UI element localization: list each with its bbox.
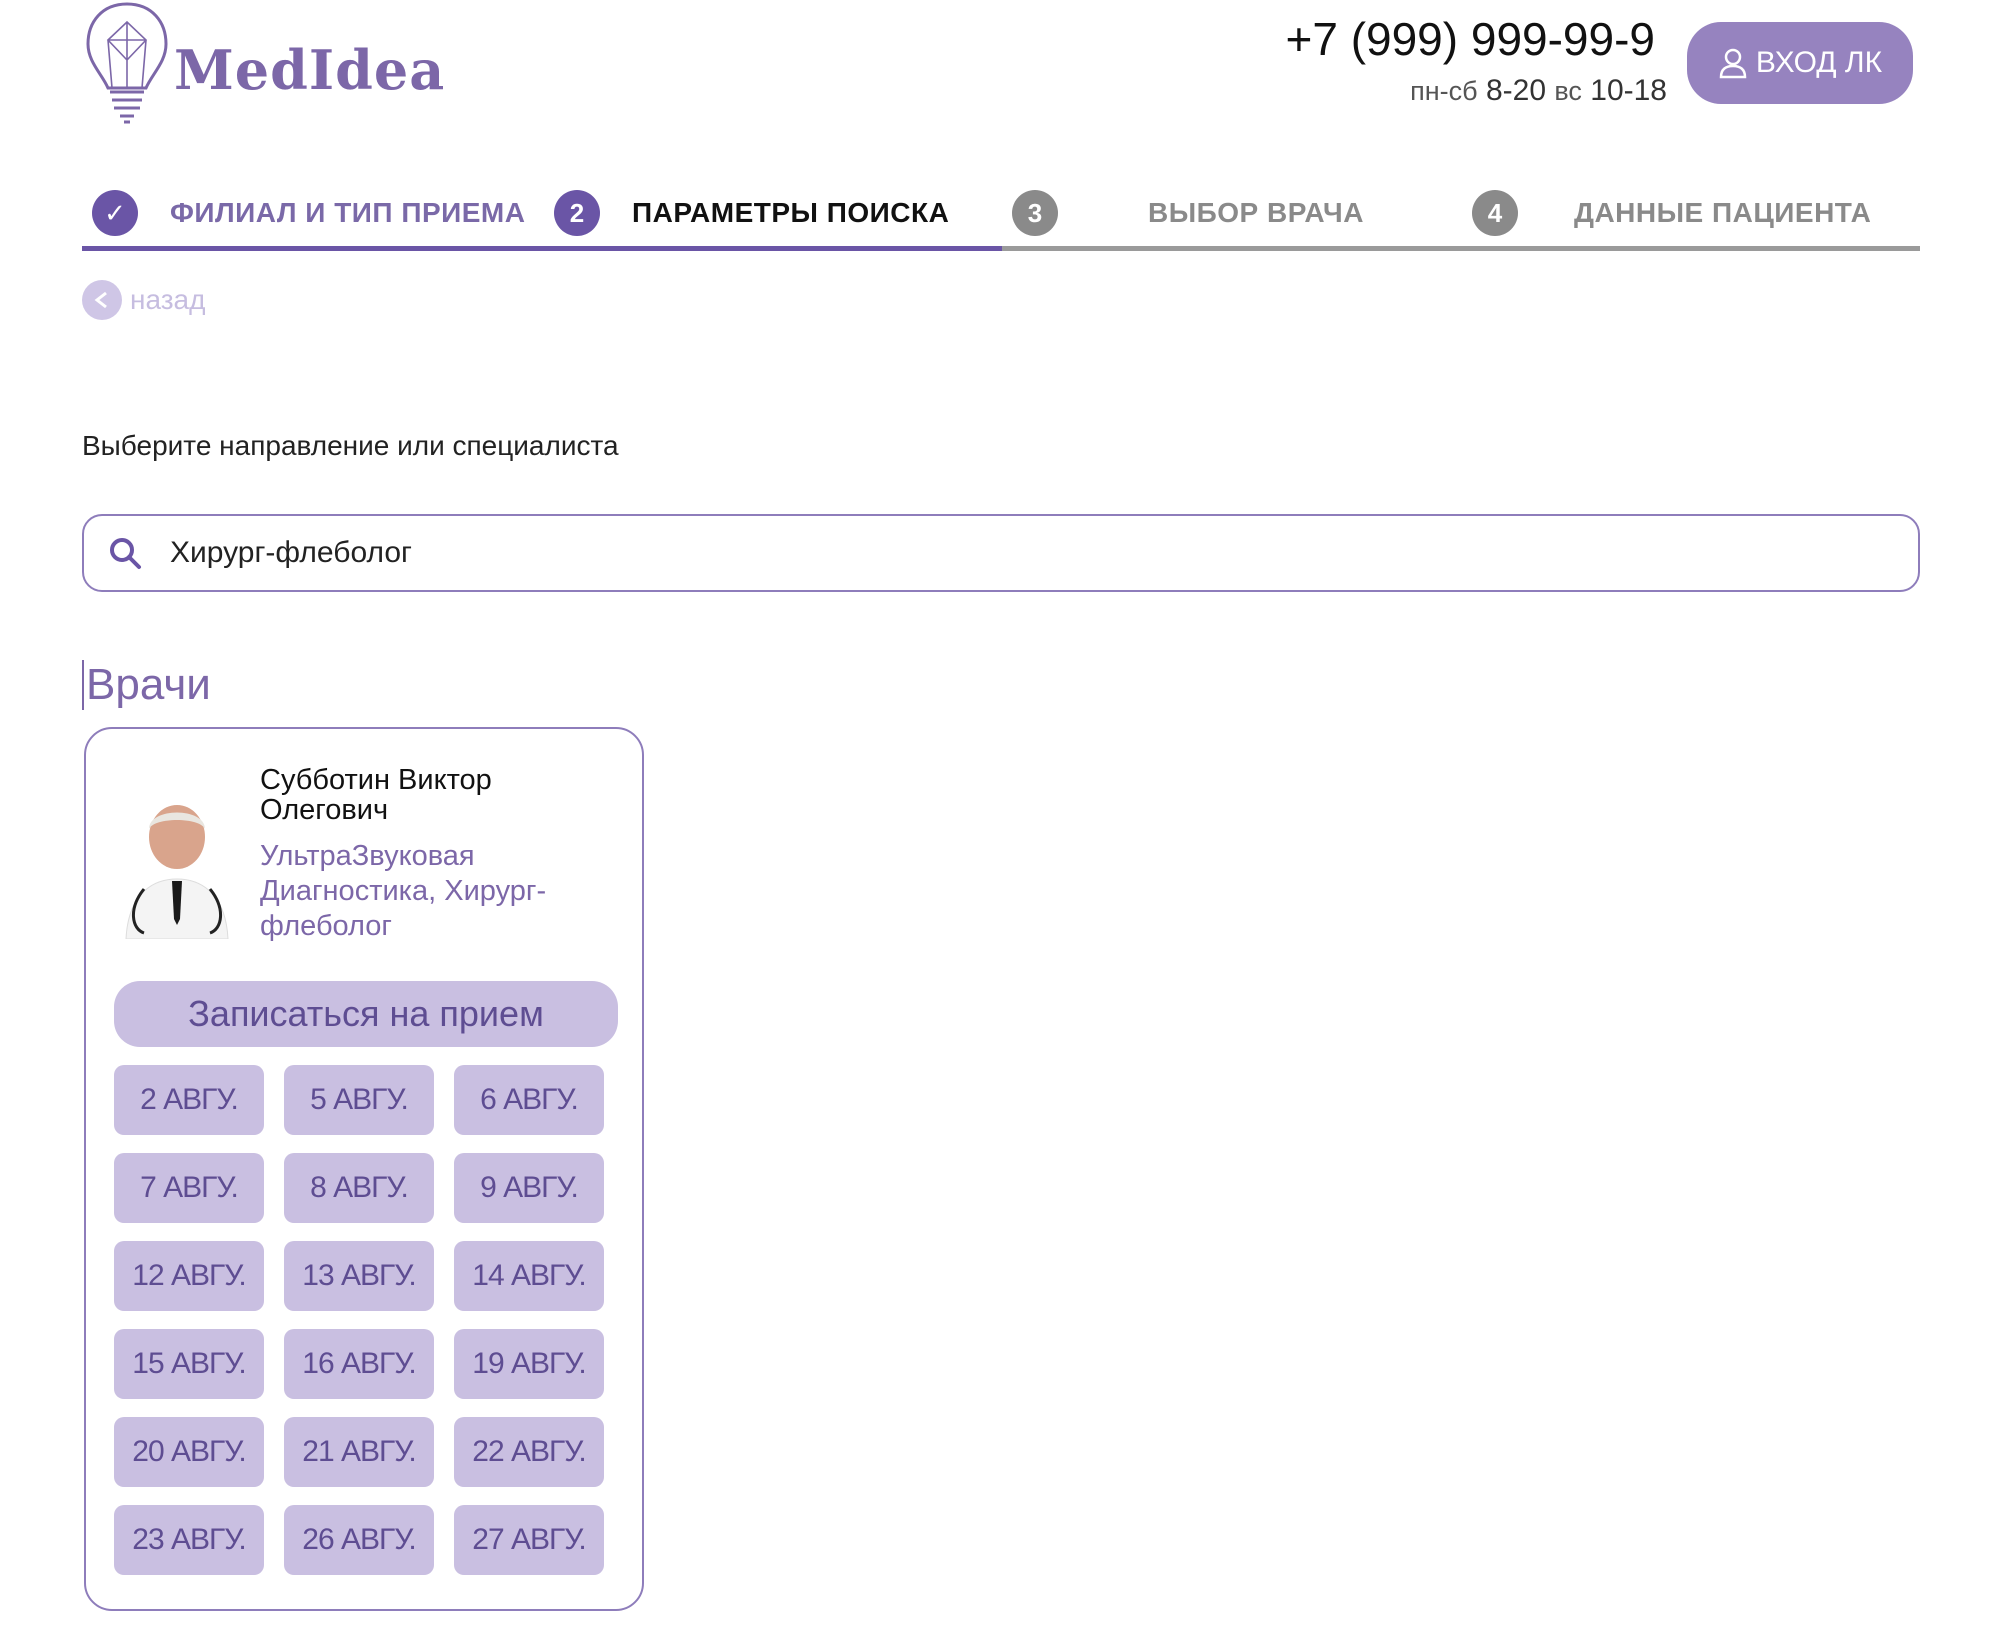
progress-line-active [82, 246, 1002, 251]
step-doctor-choice: 3 ВЫБОР ВРАЧА [1012, 190, 1364, 236]
logo-text: MedIdea [174, 38, 446, 102]
search-box[interactable] [82, 514, 1920, 592]
step-number: 4 [1472, 190, 1518, 236]
step-number: 2 [554, 190, 600, 236]
step-branch[interactable]: ✓ ФИЛИАЛ И ТИП ПРИЕМА [92, 190, 525, 236]
date-slot[interactable]: 15 АВГУ. [114, 1329, 264, 1399]
step-number: 3 [1012, 190, 1058, 236]
date-slot[interactable]: 9 АВГУ. [454, 1153, 604, 1223]
step-label: ПАРАМЕТРЫ ПОИСКА [632, 197, 950, 228]
progress-line-rest [1002, 246, 1920, 251]
step-label: ВЫБОР ВРАЧА [1148, 197, 1364, 228]
date-slot[interactable]: 22 АВГУ. [454, 1417, 604, 1487]
lightbulb-logo-icon [86, 2, 168, 124]
step-search-params[interactable]: 2 ПАРАМЕТРЫ ПОИСКА [554, 190, 949, 236]
date-slot[interactable]: 23 АВГУ. [114, 1505, 264, 1575]
date-slot[interactable]: 19 АВГУ. [454, 1329, 604, 1399]
search-input[interactable] [168, 535, 1872, 571]
login-label: ВХОД ЛК [1755, 46, 1883, 79]
section-title-doctors: Врачи [82, 660, 211, 710]
doctor-specialty: УльтраЗвуковая Диагностика, Хирург-флебо… [260, 840, 547, 942]
date-slot[interactable]: 16 АВГУ. [284, 1329, 434, 1399]
step-label: ФИЛИАЛ И ТИП ПРИЕМА [170, 197, 526, 228]
date-slot[interactable]: 7 АВГУ. [114, 1153, 264, 1223]
date-slot[interactable]: 2 АВГУ. [114, 1065, 264, 1135]
date-slot[interactable]: 12 АВГУ. [114, 1241, 264, 1311]
date-slot[interactable]: 8 АВГУ. [284, 1153, 434, 1223]
date-slot[interactable]: 20 АВГУ. [114, 1417, 264, 1487]
user-icon [1719, 48, 1747, 79]
booking-steps: ✓ ФИЛИАЛ И ТИП ПРИЕМА 2 ПАРАМЕТРЫ ПОИСКА… [82, 180, 1920, 252]
hours-label-weekdays: пн-сб [1410, 76, 1478, 106]
login-button[interactable]: ВХОД ЛК [1687, 22, 1913, 104]
doctor-card: Субботин Виктор Олегович УльтраЗвуковая … [84, 727, 644, 1611]
date-slot[interactable]: 14 АВГУ. [454, 1241, 604, 1311]
date-slot[interactable]: 6 АВГУ. [454, 1065, 604, 1135]
book-appointment-button[interactable]: Записаться на прием [114, 981, 618, 1047]
date-slot[interactable]: 5 АВГУ. [284, 1065, 434, 1135]
phone-number[interactable]: +7 (999) 999-99-9 [1285, 12, 1655, 66]
doctor-name[interactable]: Субботин Виктор Олегович [260, 765, 600, 825]
step-check-icon: ✓ [92, 190, 138, 236]
back-label: назад [130, 284, 206, 315]
step-label: ДАННЫЕ ПАЦИЕНТА [1574, 197, 1872, 228]
search-prompt: Выберите направление или специалиста [82, 430, 619, 461]
date-slot[interactable]: 21 АВГУ. [284, 1417, 434, 1487]
chevron-left-icon [82, 280, 122, 320]
doctor-avatar [125, 805, 229, 939]
back-link[interactable]: назад [82, 280, 205, 320]
working-hours: пн-сб 8-20 вс 10-18 [1410, 74, 1667, 108]
step-patient-data: 4 ДАННЫЕ ПАЦИЕНТА [1472, 190, 1871, 236]
hours-label-sunday: вс [1554, 76, 1582, 106]
date-slot[interactable]: 13 АВГУ. [284, 1241, 434, 1311]
date-slot[interactable]: 26 АВГУ. [284, 1505, 434, 1575]
logo[interactable]: MedIdea [82, 0, 444, 130]
search-icon [110, 538, 141, 569]
hours-time-sunday: 10-18 [1590, 74, 1667, 107]
hours-time-weekdays: 8-20 [1485, 74, 1547, 107]
date-slot[interactable]: 27 АВГУ. [454, 1505, 604, 1575]
